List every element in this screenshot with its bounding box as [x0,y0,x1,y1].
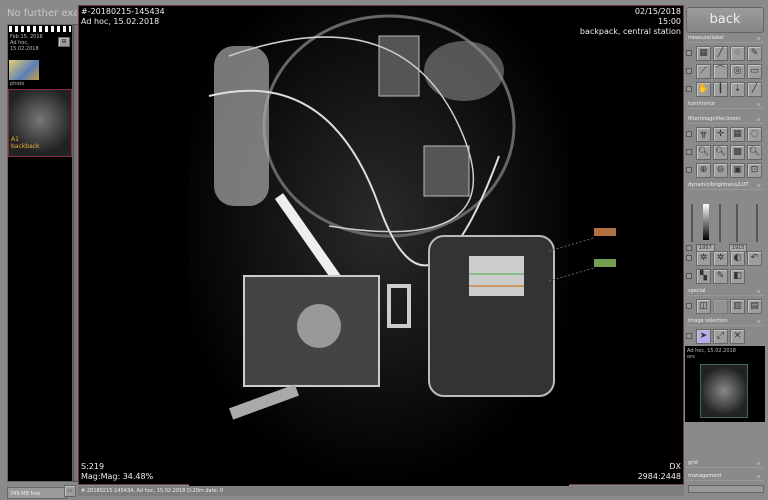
series-number: S:219 [81,462,105,471]
filter-row-3: ⊕ ⊖ ▣ ⊡ [686,162,762,178]
xray-image [189,6,595,486]
magnification: Mag:Mag: 34.48% [81,472,154,481]
zoom-in-icon[interactable]: ⊕ [696,162,711,178]
crosshair-icon[interactable]: ✛ [713,126,728,142]
status-bar: #-20180215-145434, Ad hoc, 15.02.2018 D:… [78,486,684,496]
annotation-label-orange[interactable] [594,228,616,236]
hand-icon[interactable]: ✋ [696,81,711,97]
arrow-icon[interactable]: ⇣ [730,81,745,97]
disk-icon[interactable]: ▭ [64,485,76,497]
sun2-icon[interactable]: ✲ [713,250,728,266]
section-special[interactable]: special [686,287,764,296]
no-further-exam-label: No further exam [7,8,77,19]
exam-list-panel: No further exam Feb 15, 2018 Ad hoc, 15.… [3,4,79,499]
preview-sub: ors [687,354,695,360]
zoom-icon[interactable]: 🔍︎ [747,144,762,160]
overlay-bottom-right: DX 2984:2448 [638,462,681,482]
undo-icon[interactable]: ↶ [747,250,762,266]
filter-row-1: ╦ ✛ ▦ ◌ [686,126,762,142]
image-date: 02/15/2018 [634,7,681,16]
special-row: ◫ ▥ ▤ [686,298,762,314]
photo-label: photo [10,81,25,87]
section-measure-label[interactable]: measure/label [686,34,764,43]
contrast-slider[interactable] [719,204,721,242]
contrast-icon[interactable]: ◐ [730,250,745,266]
exam-type-date: Ad hoc, 15.02.2018 [81,17,160,26]
xray-thumbnail[interactable]: A1 backback [8,89,72,157]
brightness-slider[interactable] [691,204,693,242]
overlay-top-right: 02/15/2018 15:00 backpack, central stati… [580,7,681,37]
exam-info[interactable]: Feb 15, 2018 Ad hoc, 15.02.2018 [10,34,43,52]
exam-id: #-20180215-145434 [81,7,165,16]
overlay-top-left: #-20180215-145434 Ad hoc, 15.02.2018 [81,7,165,27]
back-button[interactable]: back [686,7,764,33]
image-time: 15:00 [657,17,681,26]
select-icon[interactable]: ⤢ [713,328,728,344]
compare-icon[interactable]: ▤ [747,298,762,314]
rectangle-icon[interactable]: ▭ [747,63,762,79]
disabled-icon[interactable] [713,298,728,314]
circle-icon[interactable]: ◎ [730,63,745,79]
section-management[interactable]: management [686,472,764,481]
profile-icon[interactable]: ┃ [713,81,728,97]
exam-strip [9,26,71,32]
gamma-slider[interactable] [736,204,738,242]
section-turn-mirror[interactable]: turn/mirror [686,100,764,109]
selection-row: ➤ ⤢ ✕ [686,328,745,344]
line-icon[interactable]: ╱ [713,45,728,61]
section-image-selection[interactable]: image selection [686,317,764,326]
photo-thumbnail[interactable] [9,60,39,80]
preview-thumbnail[interactable]: Ad hoc, 15.02.2018 ors [685,346,765,422]
overlay-bottom-left: S:219 Mag:Mag: 34.48% [81,462,153,482]
measure-row-3: ✋ ┃ ⇣ ╱ [686,81,762,97]
label-icon[interactable]: ▦ [696,45,711,61]
bottom-scrollbar[interactable] [688,485,764,493]
zoom-out-icon[interactable]: ⊖ [713,162,728,178]
diagonal-icon[interactable]: ╱ [747,81,762,97]
point-icon[interactable]: ⁘ [730,45,745,61]
annotation-label-green[interactable] [594,259,616,267]
cross-select-icon[interactable]: ✕ [730,328,745,344]
exam-date2: 15.02.2018 [10,46,39,52]
lut-gradient [703,204,709,240]
target-icon[interactable]: ◌ [747,126,762,142]
measure-row-1: ▦ ╱ ⁘ ✎ [686,45,762,61]
edit-lut-icon[interactable]: ✎ [713,268,728,284]
modality: DX [669,462,681,471]
pointer-icon[interactable]: ➤ [696,328,711,344]
xray-image-viewer[interactable]: #-20180215-145434 Ad hoc, 15.02.2018 02/… [78,5,684,486]
ruler-icon[interactable]: ⟋ [696,63,711,79]
filter-icon[interactable]: ╦ [696,126,711,142]
dynamic-row-2: ▚ ✎ ◧ [686,268,745,284]
exam-icon[interactable]: ⊞ [58,37,70,47]
section-dynamic[interactable]: dynamic/brightness/LUT [686,181,764,190]
angle-icon[interactable]: ⌒ [713,63,728,79]
split-icon[interactable]: ◫ [696,298,711,314]
xray-thumbnail-label: A1 backback [11,136,40,150]
histogram-icon[interactable]: ▥ [730,298,745,314]
magnifier2-icon[interactable]: 🔍︎ [713,144,728,160]
section-filter[interactable]: filter/magnifier/zoom [686,115,764,124]
fit-icon[interactable]: ⊡ [747,162,762,178]
level-slider[interactable] [756,204,758,242]
invert-icon[interactable]: ◧ [730,268,745,284]
sun-icon[interactable]: ✲ [696,250,711,266]
filter-row-2: 🔍︎ 🔍︎ ▩ 🔍︎ [686,144,762,160]
exam-thumbnail-list: Feb 15, 2018 Ad hoc, 15.02.2018 ⊞ photo … [7,24,73,482]
magnifier-icon[interactable]: 🔍︎ [696,144,711,160]
section-grid[interactable]: grid [686,459,764,468]
zoom-100-icon[interactable]: ▣ [730,162,745,178]
dynamic-row-1: ✲ ✲ ◐ ↶ [686,250,762,266]
tool-panel: back measure/label ▦ ╱ ⁘ ✎ ⟋ ⌒ ◎ ▭ ✋ ┃ ⇣ ╱ turn/m… [685,4,765,496]
color-lut-icon[interactable]: ▚ [696,268,711,284]
image-description: backpack, central station [579,27,681,36]
preview-image [700,364,748,418]
free-space: 749 MB free [7,487,67,499]
grid-zoom-icon[interactable]: ▩ [730,144,745,160]
grid-icon[interactable]: ▦ [730,126,745,142]
image-size: 2984:2448 [637,472,681,481]
pen-icon[interactable]: ✎ [747,45,762,61]
measure-row-2: ⟋ ⌒ ◎ ▭ [686,63,762,79]
